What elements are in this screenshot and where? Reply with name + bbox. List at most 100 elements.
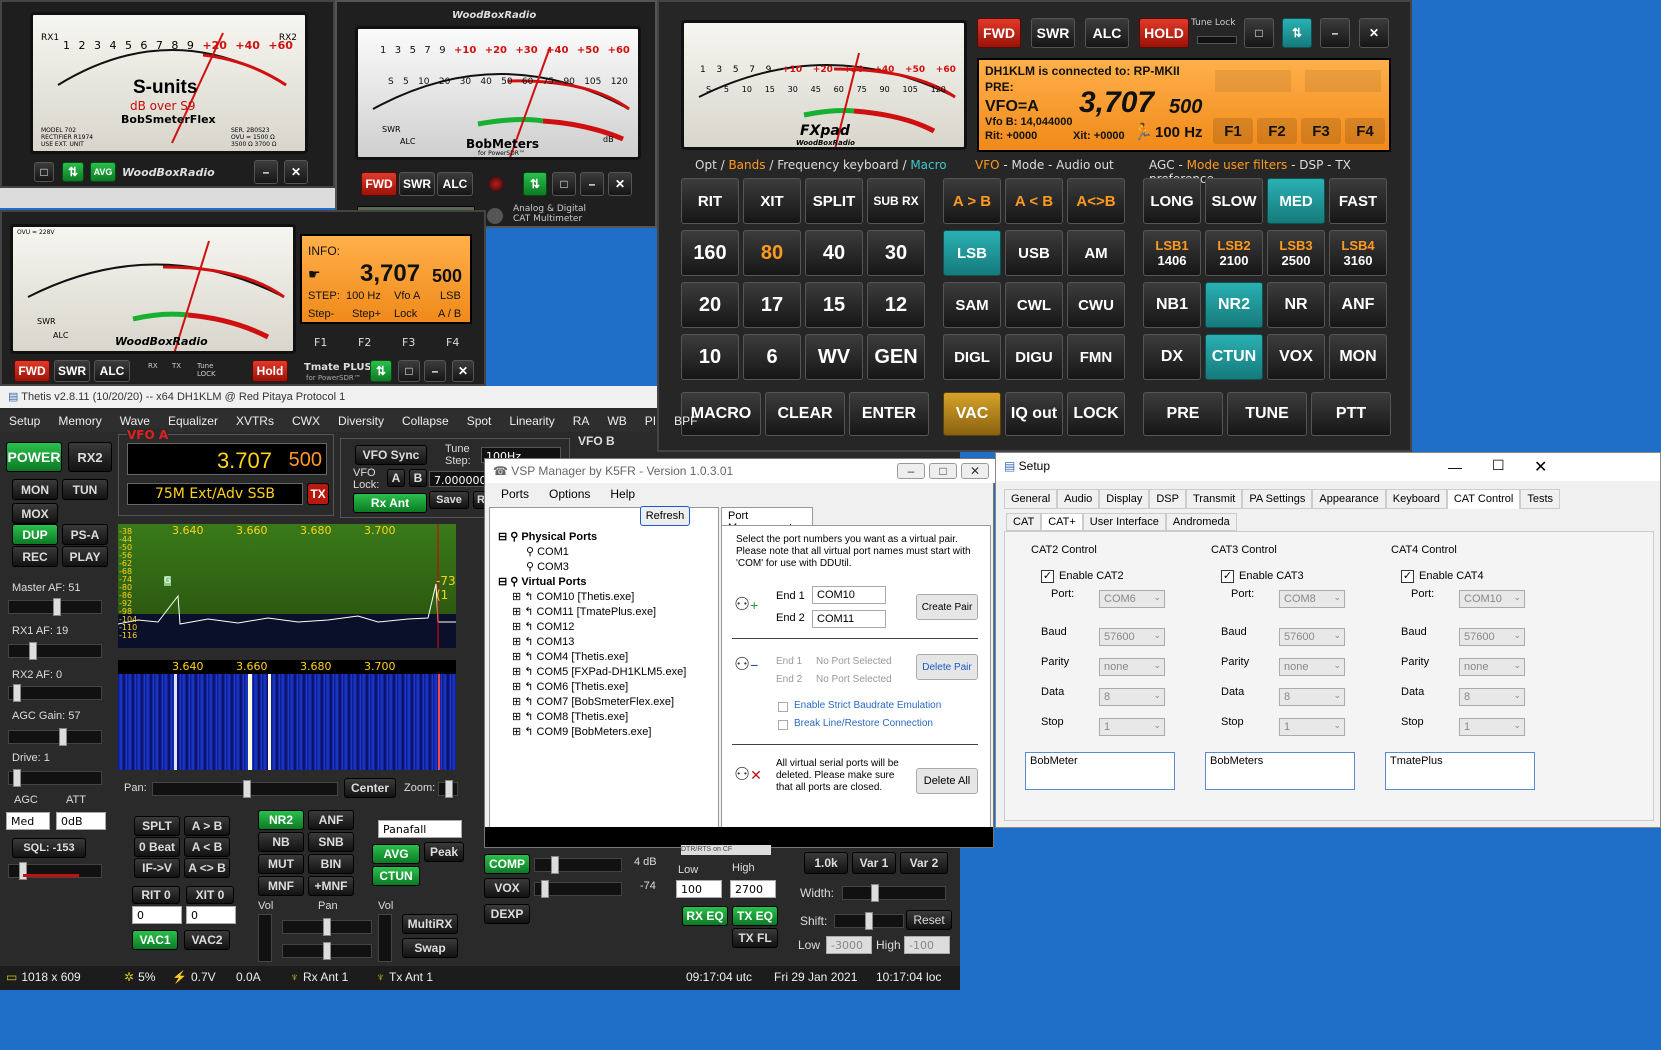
agc-gain-knob[interactable] — [59, 728, 67, 746]
vac2-button[interactable]: VAC2 — [184, 930, 230, 950]
avg-button[interactable]: AVG — [372, 844, 420, 864]
drive-slider[interactable] — [8, 769, 102, 787]
thetis-menu-collapse[interactable]: Collapse — [393, 410, 458, 432]
tmate-minimize-button[interactable]: – — [424, 360, 446, 382]
fxpad-key-30[interactable]: 30 — [867, 230, 925, 276]
vsp-physical-ports-node[interactable]: ⊟ ⚲ Physical Ports — [498, 530, 718, 545]
setup-tab-dsp[interactable]: DSP — [1149, 489, 1186, 509]
fxpad-key-40[interactable]: 40 — [805, 230, 863, 276]
cat-name-field[interactable]: TmatePlus — [1385, 752, 1535, 790]
fxpad-key-rit[interactable]: RIT — [681, 178, 739, 224]
vsp-virtual-port[interactable]: ⊞ ↰ COM7 [BobSmeterFlex.exe] — [498, 695, 718, 710]
fxpad-mode-sam[interactable]: SAM — [943, 282, 1001, 328]
anf-button[interactable]: ANF — [308, 810, 354, 830]
setup-tab-display[interactable]: Display — [1099, 489, 1150, 509]
thetis-menu-memory[interactable]: Memory — [49, 410, 110, 432]
cat-baud-select[interactable]: 57600 ⌄ — [1459, 628, 1525, 646]
smeter-square-button[interactable]: □ — [34, 162, 54, 182]
low-f-numeric[interactable]: -3000 — [826, 936, 872, 954]
cat-name-field[interactable]: BobMeter — [1025, 752, 1175, 790]
thetis-menu-setup[interactable]: Setup — [0, 410, 49, 432]
thetis-menu-spot[interactable]: Spot — [458, 410, 501, 432]
vsp-menu-help[interactable]: Help — [610, 487, 635, 503]
thetis-menu-bpf[interactable]: BPF — [665, 410, 706, 432]
vsp-end1-select[interactable]: COM10 — [812, 586, 886, 604]
fxpad-dsp-anf[interactable]: ANF — [1329, 282, 1387, 328]
xit-numeric[interactable]: 0 — [186, 906, 236, 924]
high-numeric[interactable]: 2700 — [730, 880, 776, 898]
fxpad-f2-button[interactable]: F2 — [1257, 118, 1297, 144]
drive-knob[interactable] — [13, 769, 21, 787]
fxpad-enter-button[interactable]: ENTER — [849, 392, 929, 436]
setup-tab-general[interactable]: General — [1004, 489, 1058, 509]
vfoa-tx-button[interactable]: TX — [307, 483, 329, 505]
bobmeters-swr-button[interactable]: SWR — [399, 172, 435, 196]
bobmeters-restore-button[interactable]: □ — [552, 172, 576, 196]
setup-subtab-cat-[interactable]: CAT+ — [1041, 513, 1083, 531]
fxpad-mode-am[interactable]: AM — [1067, 230, 1125, 276]
bobmeters-swap-button[interactable]: ⇅ — [523, 172, 547, 196]
setup-close-button[interactable]: ✕ — [1534, 457, 1547, 477]
fxpad-mode-a---b[interactable]: A > B — [943, 178, 1001, 224]
splt-button[interactable]: SPLT — [134, 816, 180, 836]
setup-tab-pa-settings[interactable]: PA Settings — [1242, 489, 1313, 509]
mox-button[interactable]: MOX — [12, 503, 58, 524]
setup-subtab-cat[interactable]: CAT — [1006, 513, 1042, 531]
tmate-alc-button[interactable]: ALC — [94, 360, 130, 382]
rit-numeric[interactable]: 0 — [132, 906, 182, 924]
fxpad-key-17[interactable]: 17 — [743, 282, 801, 328]
thetis-menu-equalizer[interactable]: Equalizer — [159, 410, 227, 432]
zoom-knob[interactable] — [445, 780, 453, 798]
vsp-strict-checkbox[interactable] — [778, 702, 788, 712]
var2-button[interactable]: Var 2 — [900, 852, 948, 874]
comp-slider[interactable] — [534, 856, 622, 874]
fxpad-fwd-button[interactable]: FWD — [977, 18, 1021, 48]
shift-reset-button[interactable]: Reset — [906, 910, 952, 930]
mut-button[interactable]: MUT — [258, 854, 304, 874]
setup-minimize-button[interactable]: — — [1448, 459, 1462, 475]
fxpad-f1-button[interactable]: F1 — [1213, 118, 1253, 144]
play-button[interactable]: PLAY — [62, 546, 108, 567]
bobmeters-knob-icon[interactable] — [487, 208, 503, 224]
fxpad-key-split[interactable]: SPLIT — [805, 178, 863, 224]
fxpad-filter-lsb3[interactable]: LSB3 2500 — [1267, 230, 1325, 276]
tmate-swr-button[interactable]: SWR — [54, 360, 90, 382]
setup-tab-transmit[interactable]: Transmit — [1185, 489, 1243, 509]
fxpad-f3-button[interactable]: F3 — [1301, 118, 1341, 144]
fxpad-close-button[interactable]: ✕ — [1359, 18, 1389, 48]
fxpad-swr-button[interactable]: SWR — [1031, 18, 1075, 48]
vac1-button[interactable]: VAC1 — [132, 930, 178, 950]
rx2-af-knob[interactable] — [13, 684, 21, 702]
fxpad-mode-lsb[interactable]: LSB — [943, 230, 1001, 276]
fxpad-filter-lsb1[interactable]: LSB1 1406 — [1143, 230, 1201, 276]
fxpad-key-sub-rx[interactable]: SUB RX — [867, 178, 925, 224]
rec-button[interactable]: REC — [12, 546, 58, 567]
psa-button[interactable]: PS-A — [62, 524, 108, 545]
vfo-lock-a-button[interactable]: A — [387, 469, 405, 487]
cat-stop-select[interactable]: 1 ⌄ — [1279, 718, 1345, 736]
mnf-button[interactable]: MNF — [258, 876, 304, 896]
zoom-slider[interactable] — [438, 780, 458, 798]
setup-tab-tests[interactable]: Tests — [1520, 489, 1561, 509]
tun-button[interactable]: TUN — [62, 479, 108, 500]
tmate-hold-button[interactable]: Hold — [252, 360, 288, 382]
sql-button[interactable]: SQL: -153 — [12, 838, 86, 858]
vsp-menu-ports[interactable]: Ports — [501, 487, 529, 503]
vsp-menu-options[interactable]: Options — [549, 487, 590, 503]
fxpad-swap-button[interactable]: ⇅ — [1282, 18, 1312, 48]
setup-tab-cat-control[interactable]: CAT Control — [1446, 489, 1521, 509]
fxpad-agc-fast[interactable]: FAST — [1329, 178, 1387, 224]
tmate-f2[interactable]: F2 — [358, 336, 371, 349]
vsp-virtual-port[interactable]: ⊞ ↰ COM5 [FXPad-DH1KLM5.exe] — [498, 665, 718, 680]
vsp-virtual-ports-node[interactable]: ⊟ ⚲ Virtual Ports — [498, 575, 718, 590]
width-slider[interactable] — [842, 884, 946, 902]
rx-ant-button[interactable]: Rx Ant — [353, 493, 427, 513]
thetis-menu-xvtrs[interactable]: XVTRs — [227, 410, 283, 432]
fxpad-ptt-button[interactable]: PTT — [1311, 392, 1391, 436]
low-numeric[interactable]: 100 — [676, 880, 722, 898]
comp-knob[interactable] — [551, 856, 559, 874]
smeter-swap-button[interactable]: ⇅ — [62, 162, 84, 182]
vol2-slider-vert[interactable] — [378, 914, 392, 962]
setup-maximize-button[interactable]: ☐ — [1492, 457, 1505, 474]
fxpad-mode-a--b[interactable]: A<>B — [1067, 178, 1125, 224]
